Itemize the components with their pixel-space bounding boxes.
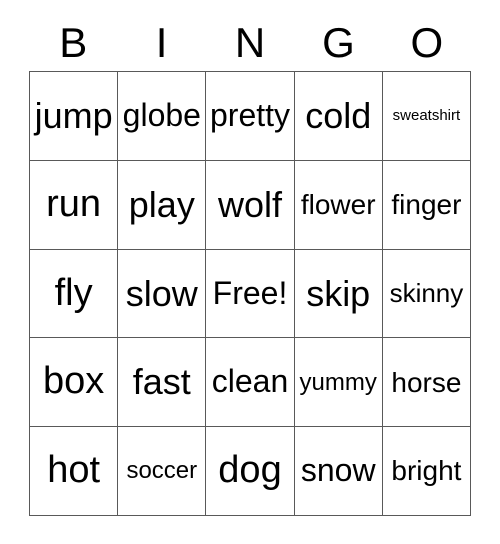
bingo-cell[interactable]: soccer — [118, 427, 207, 516]
bingo-cell-label: skinny — [389, 277, 464, 308]
header-letter-label: N — [234, 18, 266, 66]
bingo-cell-label: globe — [122, 97, 201, 134]
bingo-cell[interactable]: fast — [118, 338, 207, 428]
header-letter-g: G — [294, 14, 382, 71]
bingo-cell-label: pretty — [209, 97, 291, 134]
header-letter-b: B — [29, 14, 117, 71]
bingo-cell-label: horse — [391, 366, 462, 398]
bingo-row: jump globe pretty cold sweatshirt — [30, 72, 472, 161]
bingo-cell-label: finger — [391, 189, 462, 220]
bingo-free-space-cell[interactable]: Free! — [206, 249, 295, 339]
bingo-cell-label: wolf — [217, 183, 283, 225]
bingo-card: B I N G O jump globe pretty cold sweatsh… — [0, 0, 500, 544]
bingo-cell[interactable]: globe — [118, 72, 207, 161]
bingo-cell-label: cold — [305, 95, 372, 136]
bingo-cell[interactable]: horse — [382, 338, 472, 428]
bingo-cell[interactable]: pretty — [206, 72, 295, 161]
bingo-cell-label: box — [42, 360, 105, 403]
bingo-cell-label: sweatshirt — [392, 107, 461, 125]
bingo-cell[interactable]: flower — [294, 160, 383, 250]
bingo-cell[interactable]: skip — [294, 249, 383, 339]
bingo-cell[interactable]: fly — [30, 249, 119, 339]
header-letter-label: G — [322, 18, 355, 66]
bingo-cell-label: soccer — [126, 457, 198, 485]
bingo-row: run play wolf flower finger — [30, 160, 472, 250]
bingo-cell-label: hot — [47, 449, 101, 492]
header-letter-o: O — [383, 14, 471, 71]
bingo-cell[interactable]: play — [118, 160, 207, 250]
bingo-cell-label: jump — [34, 95, 113, 136]
bingo-cell-label: clean — [211, 363, 289, 400]
bingo-cell[interactable]: slow — [118, 249, 207, 339]
bingo-cell-label: dog — [218, 449, 282, 492]
bingo-cell[interactable]: box — [30, 338, 119, 428]
bingo-cell-label: fast — [132, 361, 191, 403]
bingo-row: hot soccer dog snow bright — [30, 427, 472, 516]
bingo-cell-label: snow — [300, 452, 376, 489]
bingo-cell[interactable]: snow — [294, 427, 383, 516]
bingo-cell[interactable]: bright — [382, 427, 472, 516]
bingo-cell-label: flower — [300, 189, 376, 220]
bingo-header-row: B I N G O — [29, 14, 471, 71]
bingo-cell[interactable]: jump — [30, 72, 119, 161]
bingo-row: fly slow Free! skip skinny — [30, 249, 472, 339]
bingo-cell[interactable]: yummy — [294, 338, 383, 428]
bingo-cell-label: skip — [306, 272, 371, 314]
bingo-grid: jump globe pretty cold sweatshirt run pl… — [29, 71, 472, 516]
bingo-row: box fast clean yummy horse — [30, 338, 472, 428]
bingo-cell[interactable]: hot — [30, 427, 119, 516]
bingo-cell[interactable]: cold — [294, 72, 383, 161]
bingo-cell[interactable]: run — [30, 160, 119, 250]
bingo-cell[interactable]: sweatshirt — [382, 72, 472, 161]
bingo-cell-label: fly — [54, 271, 93, 314]
bingo-cell[interactable]: skinny — [382, 249, 472, 339]
bingo-free-space-label: Free! — [212, 274, 288, 311]
header-letter-i: I — [117, 14, 205, 71]
bingo-cell[interactable]: dog — [206, 427, 295, 516]
header-letter-label: I — [155, 18, 168, 66]
bingo-cell-label: bright — [391, 455, 462, 487]
bingo-cell-label: slow — [125, 272, 198, 314]
bingo-cell-label: yummy — [299, 368, 377, 396]
header-letter-n: N — [206, 14, 294, 71]
bingo-cell[interactable]: wolf — [206, 160, 295, 250]
bingo-cell-label: play — [128, 183, 195, 225]
bingo-cell[interactable]: clean — [206, 338, 295, 428]
bingo-cell-label: run — [46, 182, 102, 225]
header-letter-label: O — [410, 18, 444, 66]
bingo-cell[interactable]: finger — [382, 160, 472, 250]
header-letter-label: B — [59, 18, 88, 66]
